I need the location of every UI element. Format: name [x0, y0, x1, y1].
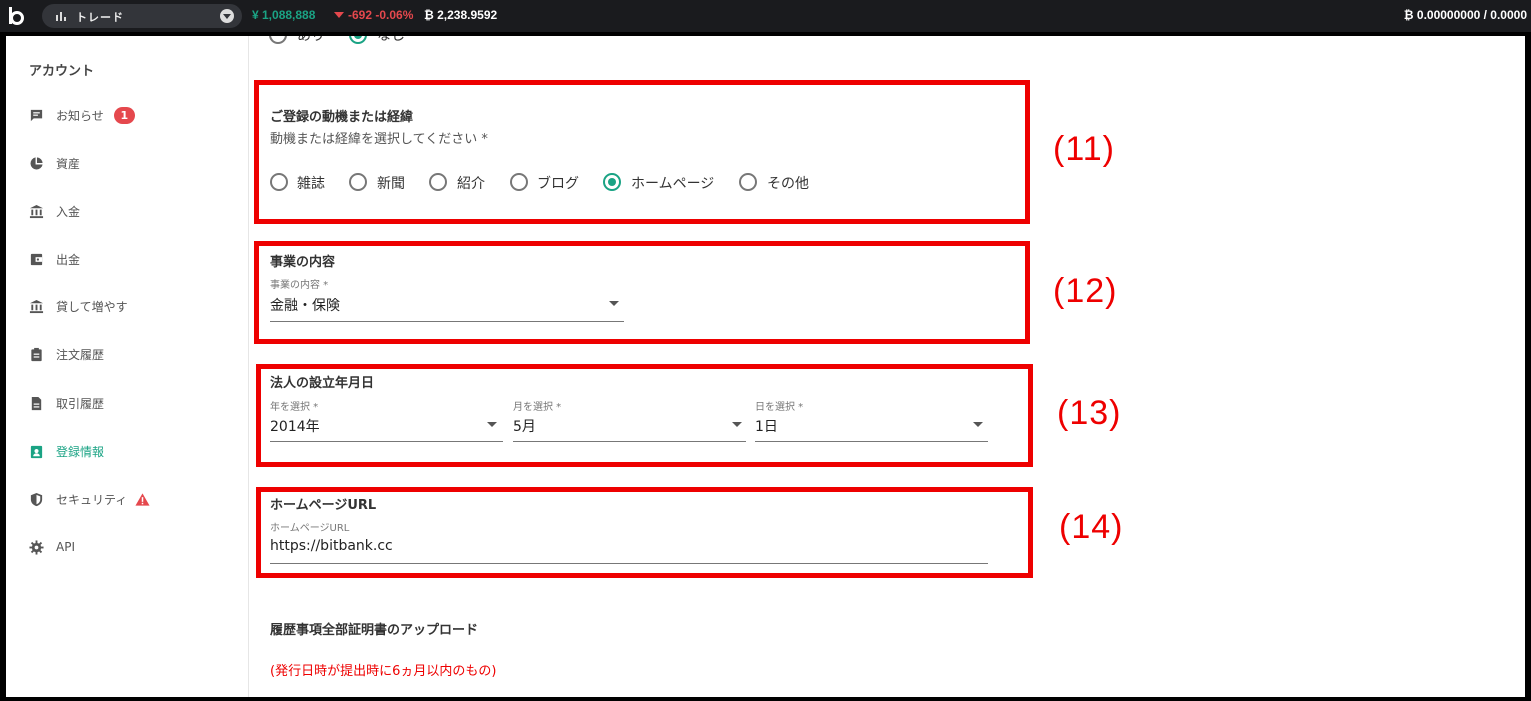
sidebar-item-trade-history[interactable]: 取引履歴 [29, 392, 104, 414]
radio-other[interactable] [739, 173, 757, 191]
month-field-label: 月を選択 * [513, 402, 562, 413]
sidebar: アカウント お知らせ 1 資産 入金 出金 貸して増やす 注文履歴 取引履歴 登… [6, 36, 249, 697]
upload-note: (発行日時が提出時に6ヵ月以内のもの) [270, 664, 497, 679]
radio-prev-yes-label: あり [297, 36, 325, 44]
message-icon [30, 109, 43, 121]
sidebar-item-label: API [56, 540, 75, 554]
radio-newspaper[interactable] [349, 173, 367, 191]
radio-homepage-label: ホームページ [631, 176, 715, 192]
price-jpy: ¥ 1,088,888 [252, 8, 316, 22]
dropdown-arrow-icon[interactable] [973, 422, 983, 427]
business-select-value[interactable]: 金融・保険 [270, 295, 340, 315]
radio-newspaper-label: 新聞 [377, 176, 405, 192]
sidebar-item-label: 入金 [56, 204, 81, 219]
radio-prev-no[interactable] [349, 36, 367, 44]
wallet-icon [30, 253, 43, 265]
callout-13: (13) [1057, 394, 1122, 432]
callout-11: (11) [1053, 130, 1115, 168]
clipboard-icon [31, 347, 42, 361]
highlight-box-11 [254, 80, 1030, 224]
account-box-icon [30, 445, 43, 458]
dropdown-arrow-icon[interactable] [732, 422, 742, 427]
sidebar-item-label: 注文履歴 [56, 347, 105, 362]
callout-12: (12) [1053, 272, 1118, 310]
market-label: トレード [76, 11, 124, 24]
day-select-value[interactable]: 1日 [755, 416, 778, 436]
radio-prev-no-label: なし [377, 36, 405, 44]
sidebar-item-security[interactable]: セキュリティ [29, 488, 162, 510]
dropdown-arrow-icon[interactable] [487, 422, 497, 427]
day-select-underline [755, 441, 988, 442]
sidebar-item-label: 貸して増やす [56, 299, 128, 314]
balance: ₿ 0.00000000 / 0.0000 [1403, 8, 1527, 22]
bank-icon [29, 204, 44, 218]
month-select-underline [513, 441, 746, 442]
homepage-field-label: ホームページURL [270, 523, 350, 534]
highlight-box-12 [254, 241, 1030, 344]
price-change: -692 -0.06% [334, 8, 413, 22]
warning-icon [135, 492, 150, 506]
sidebar-item-label: セキュリティ [56, 492, 128, 507]
radio-homepage[interactable] [603, 173, 621, 191]
bitbank-logo[interactable] [6, 6, 26, 26]
day-field-label: 日を選択 * [755, 402, 804, 413]
business-title: 事業の内容 [270, 255, 336, 270]
chevron-down-icon[interactable] [220, 9, 234, 23]
sidebar-item-order-history[interactable]: 注文履歴 [29, 343, 104, 365]
sidebar-item-label: 登録情報 [56, 444, 105, 459]
sidebar-item-lending[interactable]: 貸して増やす [29, 295, 128, 317]
radio-blog-label: ブログ [537, 176, 579, 192]
top-bar: トレード ¥ 1,088,888 -692 -0.06% ₿ 2,238.959… [0, 0, 1531, 32]
sidebar-item-withdraw[interactable]: 出金 [29, 248, 80, 270]
sidebar-item-label: 資産 [56, 156, 81, 171]
radio-referral-label: 紹介 [457, 176, 485, 192]
main-frame: アカウント お知らせ 1 資産 入金 出金 貸して増やす 注文履歴 取引履歴 登… [6, 36, 1525, 697]
radio-blog[interactable] [510, 173, 528, 191]
document-icon [31, 396, 42, 410]
sidebar-item-deposit[interactable]: 入金 [29, 200, 80, 222]
motive-subtitle: 動機または経緯を選択してください * [270, 132, 488, 147]
year-select-value[interactable]: 2014年 [270, 416, 320, 436]
established-title: 法人の設立年月日 [270, 376, 375, 391]
radio-prev-yes[interactable] [269, 36, 287, 44]
sidebar-item-label: 取引履歴 [56, 396, 105, 411]
arrow-down-icon [334, 12, 344, 18]
registration-form: あり なし ご登録の動機または経緯 動機または経緯を選択してください * 雑誌 … [250, 36, 1525, 697]
bar-chart-icon [56, 12, 66, 21]
homepage-url-input[interactable]: https://bitbank.cc [270, 538, 393, 554]
upload-title: 履歴事項全部証明書のアップロード [270, 623, 479, 638]
sidebar-item-api[interactable]: API [29, 536, 75, 558]
gear-icon [29, 539, 44, 555]
callout-14: (14) [1059, 508, 1124, 546]
business-select-underline [270, 321, 624, 322]
sidebar-item-registration-info[interactable]: 登録情報 [29, 440, 104, 462]
radio-other-label: その他 [767, 176, 809, 192]
sidebar-title: アカウント [29, 64, 95, 79]
bank-icon [29, 299, 44, 313]
homepage-input-underline [270, 563, 988, 564]
sidebar-item-label: お知らせ [56, 108, 104, 123]
radio-magazine[interactable] [270, 173, 288, 191]
year-select-underline [270, 441, 503, 442]
homepage-title: ホームページURL [270, 498, 377, 513]
motive-title: ご登録の動機または経緯 [270, 110, 414, 125]
month-select-value[interactable]: 5月 [513, 416, 536, 436]
year-field-label: 年を選択 * [270, 402, 319, 413]
radio-magazine-label: 雑誌 [297, 176, 325, 192]
notification-badge: 1 [113, 106, 135, 124]
dropdown-arrow-icon[interactable] [609, 301, 619, 306]
pie-chart-icon [30, 156, 43, 170]
price-btc: ₿ 2,238.9592 [424, 8, 498, 22]
sidebar-item-label: 出金 [56, 252, 81, 267]
shield-icon [30, 492, 43, 506]
sidebar-item-notifications[interactable]: お知らせ 1 [29, 104, 135, 126]
market-selector[interactable]: トレード [42, 4, 242, 28]
radio-referral[interactable] [429, 173, 447, 191]
sidebar-item-assets[interactable]: 資産 [29, 152, 80, 174]
price-change-value: -692 -0.06% [348, 8, 414, 22]
business-field-label: 事業の内容 * [270, 280, 329, 291]
